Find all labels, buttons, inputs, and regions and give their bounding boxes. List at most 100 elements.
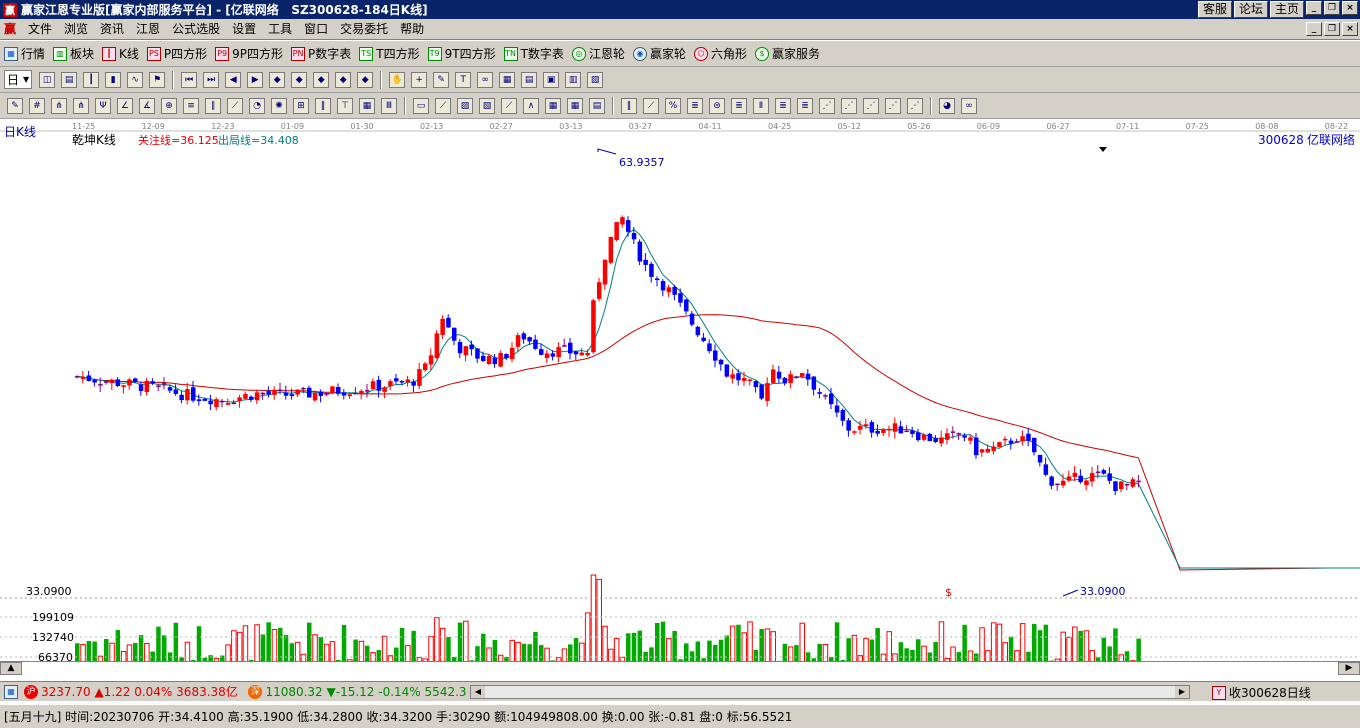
flag-icon[interactable]: ⚑ [149, 71, 166, 88]
chart-scroll-bar[interactable]: ▲ ▶ [0, 661, 1360, 675]
wave-icon[interactable]: ∧ [523, 97, 539, 114]
trend-icon[interactable]: ⟋ [227, 97, 243, 114]
cycle-icon[interactable]: ◔ [249, 97, 265, 114]
child-close-icon[interactable]: × [1342, 22, 1358, 36]
period-select[interactable]: 日 ▼ [4, 70, 33, 89]
fan2-icon[interactable]: ⋔ [73, 97, 89, 114]
menu-settings[interactable]: 设置 [226, 19, 262, 39]
tool-sector[interactable]: ▥ 板块 [53, 45, 94, 62]
parallel-icon[interactable]: ∥ [205, 97, 221, 114]
infinity-icon[interactable]: ∞ [961, 97, 977, 114]
minimize-icon[interactable]: _ [1306, 1, 1322, 15]
menu-file[interactable]: 文件 [22, 19, 58, 39]
shrink-icon[interactable]: ◆ [335, 71, 352, 88]
link-home[interactable]: 主页 [1269, 1, 1304, 18]
tool-winner-wheel[interactable]: ◉ 赢家轮 [632, 45, 686, 62]
expand-icon[interactable]: ◆ [313, 71, 330, 88]
vlines-icon[interactable]: ‖ [621, 97, 637, 114]
child-restore-icon[interactable]: ❐ [1324, 22, 1340, 36]
list-icon[interactable]: ▤ [61, 71, 78, 88]
slope-icon[interactable]: ⟋ [501, 97, 517, 114]
chart-type-icon[interactable]: ◫ [39, 71, 56, 88]
tool-p-square[interactable]: PS P四方形 [146, 45, 207, 62]
fan7-icon[interactable]: ⋰ [907, 97, 923, 114]
calculator-icon[interactable]: ▤ [521, 71, 538, 88]
print-icon[interactable]: ▥ [565, 71, 582, 88]
fork-icon[interactable]: Ψ [95, 97, 111, 114]
percent-icon[interactable]: % [665, 97, 681, 114]
menu-formula[interactable]: 公式选股 [166, 19, 226, 39]
export-icon[interactable]: ▧ [587, 71, 604, 88]
save-icon[interactable]: ▣ [543, 71, 560, 88]
tool-gann-wheel[interactable]: ◎ 江恩轮 [571, 45, 625, 62]
spiral-icon[interactable]: ✺ [271, 97, 287, 114]
calendar-icon[interactable]: ▦ [499, 71, 516, 88]
move-left-icon[interactable]: ◀ [225, 71, 242, 88]
kline-chart[interactable]: 11-25 12-09 12-23 01-09 01-30 02-13 02-27 03-13… [0, 120, 1360, 678]
grid-icon[interactable]: # [29, 97, 45, 114]
dropdown-marker-icon[interactable] [1099, 147, 1107, 152]
fan4-icon[interactable]: ⋰ [841, 97, 857, 114]
chart-area[interactable]: 11-25 12-09 12-23 01-09 01-30 02-13 02-27 03-13… [0, 120, 1360, 680]
scroll-left-icon[interactable]: ◀ [471, 686, 485, 698]
scroll-up-icon[interactable]: ▲ [0, 662, 22, 675]
fib6-icon[interactable]: ≣ [797, 97, 813, 114]
menu-help[interactable]: 帮助 [394, 19, 430, 39]
crosshair-icon[interactable]: + [411, 71, 428, 88]
table-grid-icon[interactable]: ▦ [545, 97, 561, 114]
fan-icon[interactable]: ⋔ [51, 97, 67, 114]
scroll-right-icon[interactable]: ▶ [1175, 686, 1189, 698]
fib4-icon[interactable]: Ⅱ [753, 97, 769, 114]
child-minimize-icon[interactable]: _ [1306, 22, 1322, 36]
menu-tools[interactable]: 工具 [262, 19, 298, 39]
ratio-icon[interactable]: ⟋ [643, 97, 659, 114]
column-icon[interactable]: ▮ [105, 71, 122, 88]
tool-t-square[interactable]: TS T四方形 [359, 45, 420, 62]
angle2-icon[interactable]: ∡ [139, 97, 155, 114]
circle-grid-icon[interactable]: ⊕ [161, 97, 177, 114]
link-service[interactable]: 客服 [1197, 1, 1232, 18]
lines-icon[interactable]: ≡ [183, 97, 199, 114]
zoom-out-icon[interactable]: ◆ [291, 71, 308, 88]
hand-icon[interactable]: ✋ [389, 71, 406, 88]
link-forum[interactable]: 论坛 [1233, 1, 1268, 18]
fit-icon[interactable]: ◆ [357, 71, 374, 88]
menu-news[interactable]: 资讯 [94, 19, 130, 39]
menu-trade[interactable]: 交易委托 [334, 19, 394, 39]
indicator-icon[interactable]: ∿ [127, 71, 144, 88]
menu-browse[interactable]: 浏览 [58, 19, 94, 39]
fib-icon[interactable]: ≣ [687, 97, 703, 114]
tool-hexagon[interactable]: ⬡ 六角形 [693, 45, 747, 62]
tool-p-table[interactable]: PN P数字表 [291, 45, 351, 62]
color-wheel-icon[interactable]: ◕ [939, 97, 955, 114]
candle-type-icon[interactable]: ┃ [83, 71, 100, 88]
tool-9p-square[interactable]: P9 9P四方形 [215, 45, 283, 62]
table-grid2-icon[interactable]: ▦ [567, 97, 583, 114]
hatch-icon[interactable]: ▤ [589, 97, 605, 114]
scroll-right-icon[interactable]: ▶ [1338, 662, 1360, 675]
pencil-icon[interactable]: ✎ [7, 97, 23, 114]
fan3-icon[interactable]: ⋰ [819, 97, 835, 114]
fib2-icon[interactable]: ⊜ [709, 97, 725, 114]
columns-icon[interactable]: Ⅲ [381, 97, 397, 114]
menu-window[interactable]: 窗口 [298, 19, 334, 39]
box2-icon[interactable]: ▧ [479, 97, 495, 114]
fan6-icon[interactable]: ⋰ [885, 97, 901, 114]
ray-icon[interactable]: ⟋ [435, 97, 451, 114]
link-icon[interactable]: ∞ [477, 71, 494, 88]
time-icon[interactable]: ⊤ [337, 97, 353, 114]
move-right-icon[interactable]: ▶ [247, 71, 264, 88]
box-icon[interactable]: ▨ [457, 97, 473, 114]
tool-kline[interactable]: ┃ K线 [102, 45, 139, 62]
table-icon[interactable]: ▦ [4, 684, 18, 699]
fib5-icon[interactable]: ≣ [775, 97, 791, 114]
fan5-icon[interactable]: ⋰ [863, 97, 879, 114]
angle-icon[interactable]: ∠ [117, 97, 133, 114]
tool-t-table[interactable]: TN T数字表 [503, 45, 564, 62]
horizontal-scrollbar[interactable]: ◀ ▶ [470, 685, 1190, 699]
square-icon[interactable]: ⊞ [293, 97, 309, 114]
text-icon[interactable]: T [455, 71, 472, 88]
first-page-icon[interactable]: ⏮ [181, 71, 198, 88]
fib3-icon[interactable]: ≣ [731, 97, 747, 114]
menu-gann[interactable]: 江恩 [130, 19, 166, 39]
